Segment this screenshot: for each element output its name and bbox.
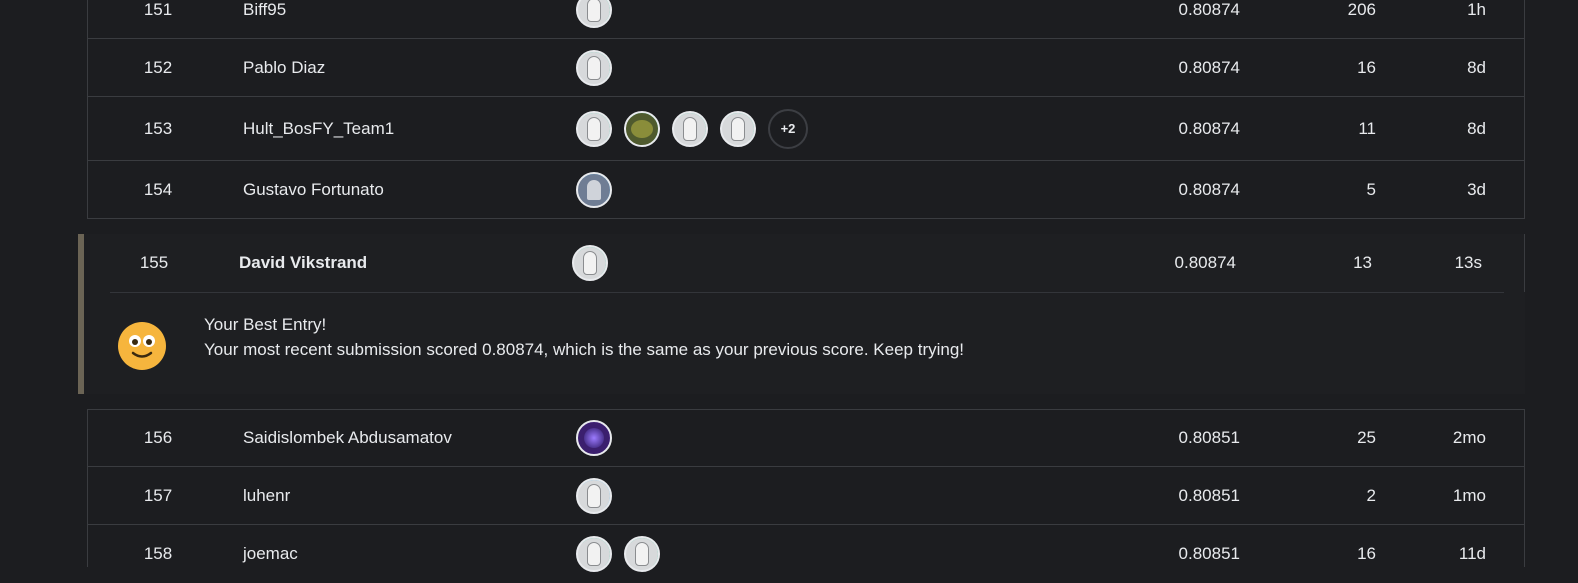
score-cell: 0.80851: [1178, 485, 1240, 505]
entries-cell: 16: [1357, 544, 1376, 563]
frog-avatar-icon[interactable]: [624, 110, 660, 147]
team-members: [572, 234, 872, 292]
team-members: +2: [576, 97, 876, 160]
goose-avatar-icon[interactable]: [572, 245, 608, 281]
score-cell: 0.80874: [1174, 253, 1236, 272]
best-entry-message: Your Best Entry! Your most recent submis…: [204, 312, 964, 362]
goose-avatar-icon[interactable]: [576, 49, 612, 86]
team-members: [576, 467, 876, 524]
score-cell: 0.80874: [1178, 118, 1240, 138]
entries-cell: 5: [1366, 179, 1376, 199]
goose-avatar-icon[interactable]: [576, 110, 612, 147]
team-name[interactable]: joemac: [243, 525, 563, 583]
rank-cell: 152: [143, 57, 173, 77]
leaderboard-row[interactable]: 152 Pablo Diaz 0.80874 16 8d: [87, 39, 1525, 97]
score-cell: 0.80851: [1178, 428, 1240, 447]
smiley-icon: [118, 322, 166, 370]
entries-cell: 16: [1357, 57, 1376, 77]
entries-cell: 25: [1357, 428, 1376, 447]
message-body: Your most recent submission scored 0.808…: [204, 340, 965, 359]
goose-avatar-icon[interactable]: [576, 477, 612, 514]
rank-cell: 156: [143, 428, 173, 447]
team-members: [576, 410, 876, 466]
leaderboard-row[interactable]: 156 Saidislombek Abdusamatov 0.80851 25 …: [87, 409, 1525, 467]
rank-cell: 158: [143, 544, 173, 563]
entries-cell: 11: [1358, 118, 1376, 138]
goose-avatar-icon[interactable]: [672, 110, 708, 147]
goose-avatar-icon[interactable]: [720, 110, 756, 147]
person-avatar-icon[interactable]: [576, 171, 612, 208]
last-submission-cell: 1mo: [1452, 485, 1486, 505]
rank-cell: 157: [143, 485, 173, 505]
score-cell: 0.80874: [1178, 57, 1240, 77]
score-cell: 0.80874: [1178, 0, 1240, 19]
last-submission-cell: 11d: [1458, 544, 1486, 563]
team-members: [576, 39, 876, 96]
entries-cell: 13: [1353, 253, 1372, 272]
team-name[interactable]: Gustavo Fortunato: [243, 161, 563, 218]
entries-cell: 206: [1347, 0, 1376, 19]
leaderboard-row[interactable]: 154 Gustavo Fortunato 0.80874 5 3d: [87, 161, 1525, 219]
rank-cell: 151: [143, 0, 173, 19]
score-cell: 0.80851: [1178, 544, 1240, 563]
team-name[interactable]: Biff95: [243, 0, 563, 38]
leaderboard: 151 Biff95 0.80874 206 1h 152 Pablo Diaz…: [0, 0, 1578, 572]
team-members: [576, 525, 876, 583]
team-name[interactable]: David Vikstrand: [239, 234, 559, 292]
team-name[interactable]: Saidislombek Abdusamatov: [243, 410, 563, 466]
score-cell: 0.80874: [1178, 179, 1240, 199]
message-title: Your Best Entry!: [204, 315, 327, 334]
last-submission-cell: 3d: [1467, 179, 1486, 199]
more-members-badge[interactable]: +2: [768, 108, 808, 149]
leaderboard-row[interactable]: 157 luhenr 0.80851 2 1mo: [87, 467, 1525, 525]
team-members: [576, 0, 876, 38]
galaxy-avatar-icon[interactable]: [576, 420, 612, 456]
last-submission-cell: 13s: [1454, 253, 1482, 272]
leaderboard-row-mine[interactable]: 155 David Vikstrand 0.80874 13 13s: [87, 234, 1525, 292]
last-submission-cell: 8d: [1467, 118, 1486, 138]
last-submission-cell: 2mo: [1452, 428, 1486, 447]
my-entry-panel: 155 David Vikstrand 0.80874 13 13s Your …: [78, 234, 1525, 394]
divider: [110, 292, 1504, 293]
rank-cell: 154: [143, 179, 173, 199]
leaderboard-row[interactable]: 151 Biff95 0.80874 206 1h: [87, 0, 1525, 39]
rank-cell: 153: [143, 118, 173, 138]
goose-avatar-icon[interactable]: [576, 0, 612, 28]
last-submission-cell: 8d: [1467, 57, 1486, 77]
leaderboard-row[interactable]: 158 joemac 0.80851 16 11d: [87, 525, 1525, 572]
team-name[interactable]: Pablo Diaz: [243, 39, 563, 96]
team-name[interactable]: Hult_BosFY_Team1: [243, 97, 563, 160]
leaderboard-row[interactable]: 153 Hult_BosFY_Team1 +2 0.80874 11 8d: [87, 97, 1525, 161]
entries-cell: 2: [1366, 485, 1376, 505]
last-submission-cell: 1h: [1467, 0, 1486, 19]
rank-cell: 155: [139, 253, 169, 272]
team-members: [576, 161, 876, 218]
team-name[interactable]: luhenr: [243, 467, 563, 524]
